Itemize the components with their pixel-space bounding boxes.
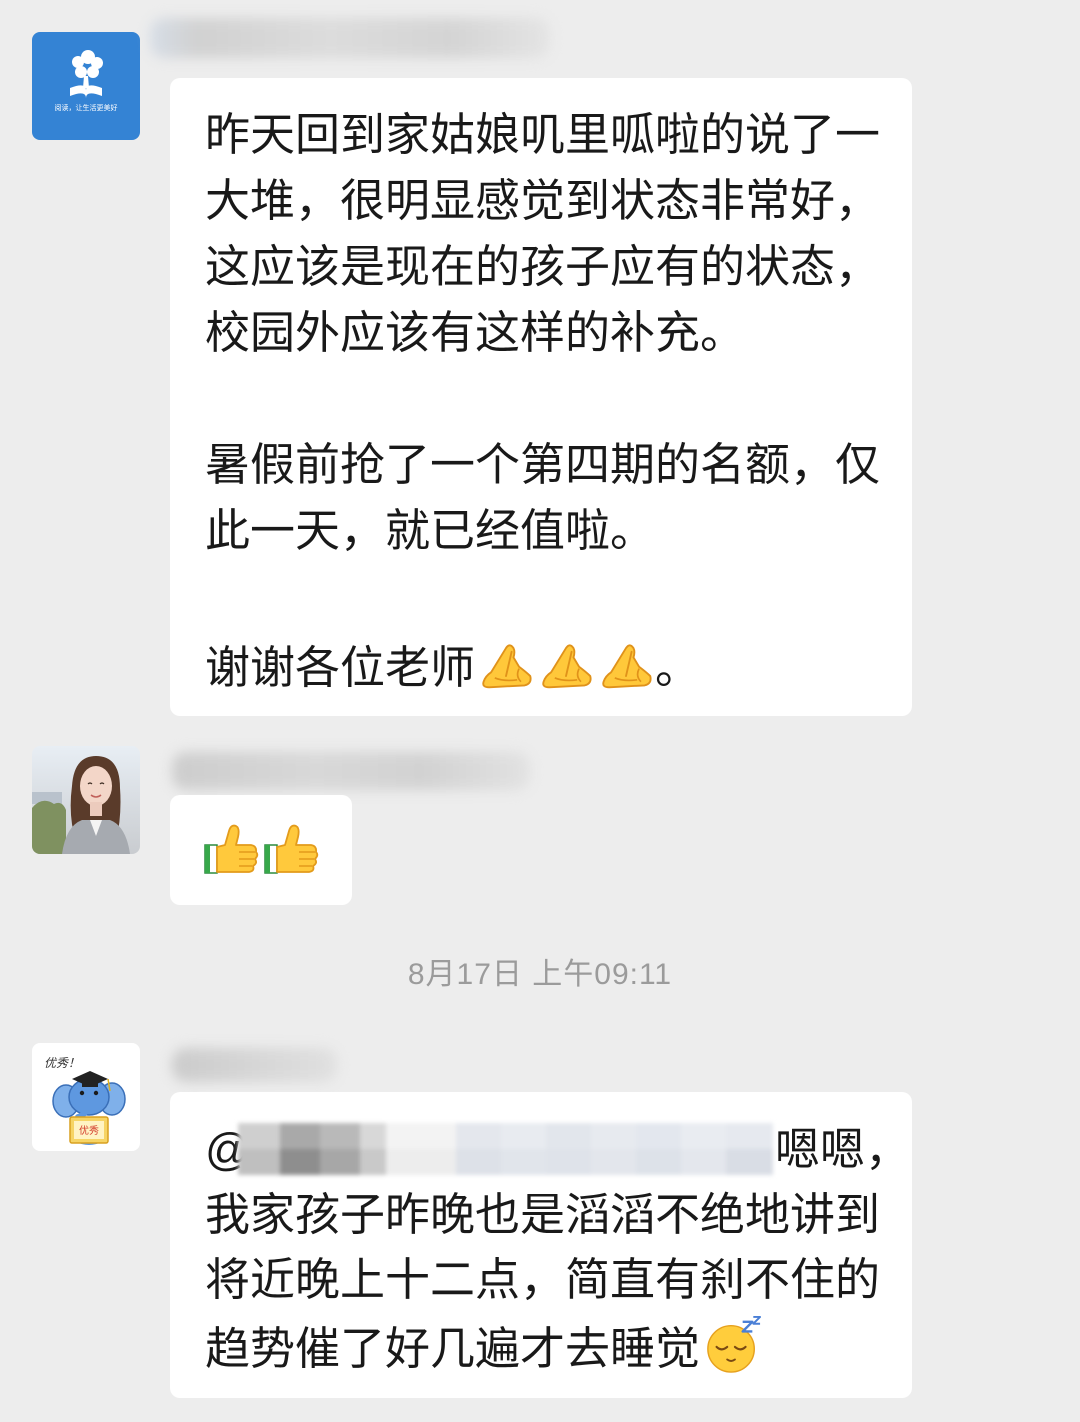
message-closing-line: 谢谢各位老师 。: [205, 630, 912, 696]
message-text-line: 将近晚上十二点，简直有刹不住的: [205, 1254, 881, 1305]
mosaic-block: [681, 1123, 726, 1149]
handwritten-lettering: 优秀！: [44, 1056, 80, 1070]
photo-greenery: [32, 800, 66, 854]
message-text-line: 暑假前抢了一个第四期的名额，仅: [205, 439, 881, 490]
mosaic-block: [320, 1149, 360, 1175]
elephant-graduate-avatar: 优秀！ 优秀: [32, 1043, 140, 1151]
sender-avatar[interactable]: [32, 746, 140, 854]
message-bubble[interactable]: @ 嗯嗯， 我家孩子昨晚也是滔滔不绝地讲到 将近晚上十二点，简直有刹不住的 趋势…: [170, 1092, 912, 1398]
timestamp-divider: 8月17日 上午09:11: [407, 958, 673, 991]
mosaic-block: [681, 1149, 726, 1175]
mosaic-block: [591, 1123, 636, 1149]
message-text-line: 大堆，很明显感觉到状态非常好，: [205, 175, 881, 226]
message-bubble[interactable]: 昨天回到家姑娘叽里呱啦的说了一 大堆，很明显感觉到状态非常好， 这应该是现在的孩…: [170, 78, 912, 716]
pray-emoji: [482, 644, 532, 689]
mosaic-block: [280, 1123, 320, 1149]
woman-portrait-photo-avatar: [32, 746, 140, 854]
graduation-cap-band: [82, 1081, 98, 1087]
mosaic-block: [591, 1149, 636, 1175]
message-bubble[interactable]: [170, 795, 352, 905]
first-line-tail: 嗯嗯，: [775, 1124, 911, 1175]
logo-lettering: 阅读，让生活更美好: [55, 103, 118, 112]
reading-logo-avatar: 阅读，让生活更美好: [32, 32, 140, 140]
message-paragraph: 暑假前抢了一个第四期的名额，仅 此一天，就已经值啦。: [205, 432, 912, 564]
mosaic-block: [546, 1123, 591, 1149]
pray-emoji: [602, 644, 652, 689]
sender-name-redacted: [150, 18, 550, 58]
closing-text: 谢谢各位老师: [205, 641, 476, 693]
message-text-line: @ 嗯嗯，: [205, 1117, 912, 1182]
sender-name-redacted: [172, 752, 530, 790]
message-paragraph: 昨天回到家姑娘叽里呱啦的说了一 大堆，很明显感觉到状态非常好， 这应该是现在的孩…: [205, 102, 912, 366]
message-text-line: 校园外应该有这样的补充。: [205, 307, 746, 358]
pray-emoji: [542, 644, 592, 689]
message-text-line: 趋势催了好几遍才去睡觉: [205, 1312, 912, 1377]
mosaic-block: [238, 1149, 280, 1175]
certificate-lettering: 优秀: [79, 1124, 99, 1137]
elephant-eye: [93, 1090, 99, 1096]
mosaic-block: [320, 1123, 360, 1149]
mosaic-block: [501, 1149, 546, 1175]
sleeping-face-emoji: [706, 1315, 762, 1373]
mosaic-block: [501, 1123, 546, 1149]
mosaic-block: [726, 1123, 773, 1149]
sender-avatar[interactable]: 阅读，让生活更美好: [32, 32, 140, 140]
mosaic-block: [386, 1149, 456, 1175]
thumbs-up-emoji: [264, 824, 319, 874]
message-text-line: 此一天，就已经值啦。: [205, 505, 656, 556]
mosaic-block: [360, 1123, 386, 1149]
mosaic-block: [360, 1149, 386, 1175]
mosaic-block: [386, 1123, 456, 1149]
mosaic-block: [238, 1123, 280, 1149]
mosaic-block: [280, 1149, 320, 1175]
message-text-line: 昨天回到家姑娘叽里呱啦的说了一: [205, 109, 881, 160]
mosaic-block: [636, 1123, 681, 1149]
photo-neck: [90, 802, 102, 816]
thumbs-up-emoji: [204, 824, 259, 874]
message-text-line: 我家孩子昨晚也是滔滔不绝地讲到: [205, 1189, 881, 1240]
mosaic-block: [456, 1149, 501, 1175]
last-line-text: 趋势催了好几遍才去睡觉: [205, 1323, 701, 1374]
sender-avatar[interactable]: 优秀！ 优秀: [32, 1043, 140, 1151]
message-text-line: 这应该是现在的孩子应有的状态，: [205, 241, 881, 292]
closing-punctuation: 。: [655, 641, 701, 693]
chat-screen: { "colors": { "page_background": "#edede…: [0, 0, 1080, 1422]
photo-face: [80, 766, 112, 806]
mosaic-block: [636, 1149, 681, 1175]
mosaic-block: [546, 1149, 591, 1175]
elephant-eye: [79, 1090, 85, 1096]
mosaic-block: [456, 1123, 501, 1149]
mosaic-block: [726, 1149, 773, 1175]
sender-name-redacted: [172, 1048, 337, 1082]
mention-redacted-mosaic: [238, 1123, 773, 1175]
